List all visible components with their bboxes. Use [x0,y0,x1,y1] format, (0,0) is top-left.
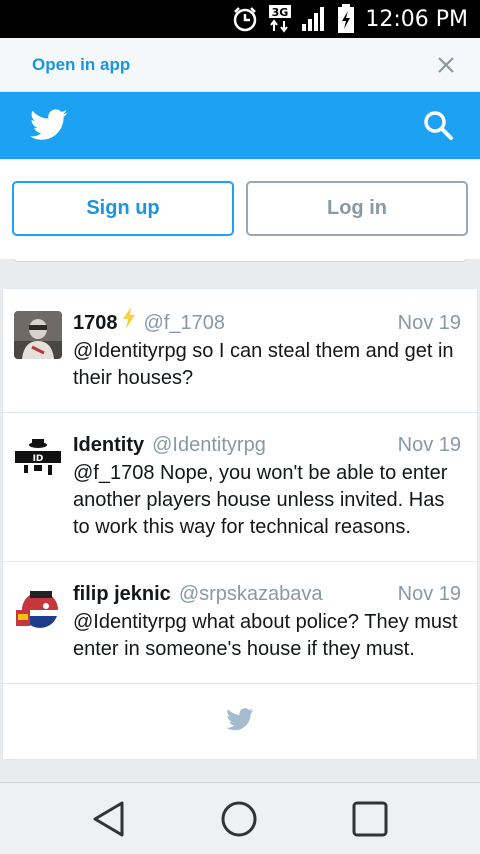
open-in-app-link[interactable]: Open in app [32,55,130,75]
sign-up-button[interactable]: Sign up [12,181,234,236]
avatar[interactable] [14,311,62,359]
twitter-bird-icon[interactable] [30,109,68,146]
tweet-text: @f_1708 Nope, you won't be able to enter… [73,462,448,538]
tweet-item[interactable]: filip jeknic @srpskazabava Nov 19 @Ident… [3,562,477,684]
signal-icon [301,6,327,32]
card-edge [14,259,466,262]
twitter-header [0,92,480,159]
avatar[interactable]: ID [14,435,62,483]
svg-text:ID: ID [33,454,44,464]
avatar[interactable] [14,584,62,632]
tweet-text: @Identityrpg so I can steal them and get… [73,340,454,389]
tweet-text: @Identityrpg what about police? They mus… [73,611,458,660]
twitter-bird-icon[interactable] [226,707,254,736]
battery-charging-icon [337,4,355,34]
lightning-icon [122,307,136,337]
network-3g-icon: 3G [269,4,292,34]
author-handle[interactable]: @Identityrpg [152,431,266,459]
author-name[interactable]: Identity [73,431,144,459]
author-name[interactable]: 1708 [73,309,118,337]
close-icon[interactable] [434,53,458,77]
timeline-footer [3,684,477,759]
status-bar: 3G 12:06 PM [0,0,480,38]
search-icon[interactable] [422,109,454,146]
recents-icon[interactable] [350,799,390,839]
tweet-date[interactable]: Nov 19 [398,580,461,608]
status-time: 12:06 PM [365,6,468,32]
tweet-item[interactable]: ID Identity @Identityrpg Nov 19 @f_1708 … [3,413,477,562]
system-nav-bar [0,782,480,854]
auth-section: Sign up Log in [0,159,480,259]
home-icon[interactable] [219,799,259,839]
tweet-item[interactable]: 1708 @f_1708 Nov 19 @Identityrpg so I ca… [3,289,477,413]
svg-text:3G: 3G [272,6,289,19]
tweet-date[interactable]: Nov 19 [398,431,461,459]
log-in-button[interactable]: Log in [246,181,468,236]
back-icon[interactable] [88,799,128,839]
alarm-icon [231,5,259,33]
tweet-timeline: 1708 @f_1708 Nov 19 @Identityrpg so I ca… [2,288,478,760]
tweet-date[interactable]: Nov 19 [398,309,461,337]
author-name[interactable]: filip jeknic [73,580,171,608]
author-handle[interactable]: @srpskazabava [179,580,323,608]
open-in-app-banner: Open in app [0,38,480,92]
author-handle[interactable]: @f_1708 [144,309,225,337]
